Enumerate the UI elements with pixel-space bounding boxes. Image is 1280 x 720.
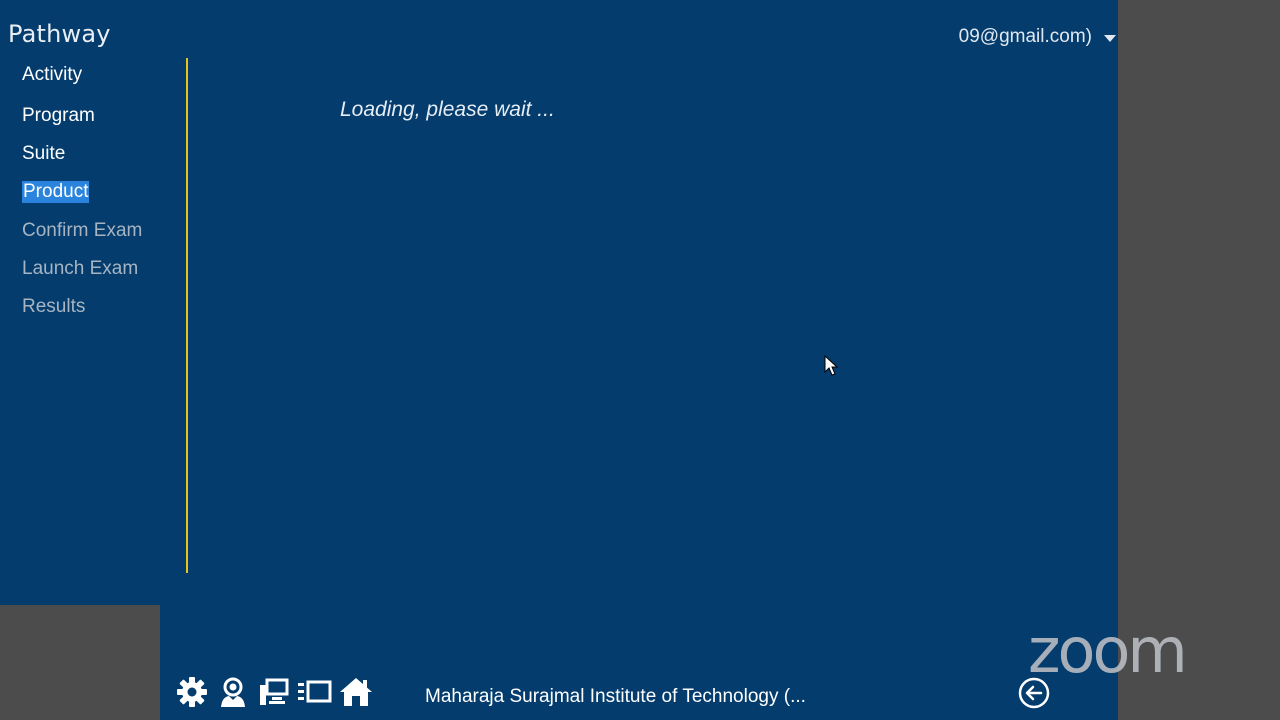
mouse-pointer-icon [824, 354, 839, 382]
bottom-toolbar [174, 676, 379, 708]
nav-item-suite[interactable]: Suite [22, 143, 65, 165]
loading-message: Loading, please wait ... [340, 98, 555, 121]
zoom-watermark: zoom [1028, 614, 1188, 687]
user-badge-icon[interactable] [215, 676, 251, 708]
display-list-icon[interactable] [297, 676, 333, 708]
video-frame-right [1118, 0, 1280, 720]
video-frame-corner [0, 605, 160, 720]
app-title: Pathway [8, 20, 111, 48]
nav-item-confirm-exam: Confirm Exam [22, 220, 143, 241]
gear-icon[interactable] [174, 676, 210, 708]
institute-name: Maharaja Surajmal Institute of Technolog… [425, 686, 806, 707]
nav-item-product[interactable]: Product [22, 181, 90, 203]
nav-item-results: Results [22, 296, 86, 317]
nav-item-program[interactable]: Program [22, 105, 95, 127]
account-email: 09@gmail.com) [958, 26, 1092, 47]
home-icon[interactable] [338, 676, 374, 708]
network-icon[interactable] [256, 676, 292, 708]
nav-item-launch-exam: Launch Exam [22, 258, 139, 279]
sidebar-divider [186, 58, 188, 573]
nav-item-activity[interactable]: Activity [22, 64, 82, 86]
caret-down-icon[interactable] [1104, 34, 1116, 42]
account-dropdown[interactable]: 09@gmail.com) [959, 26, 1116, 48]
app-window: Pathway 09@gmail.com) Activity Program S… [0, 0, 1118, 720]
